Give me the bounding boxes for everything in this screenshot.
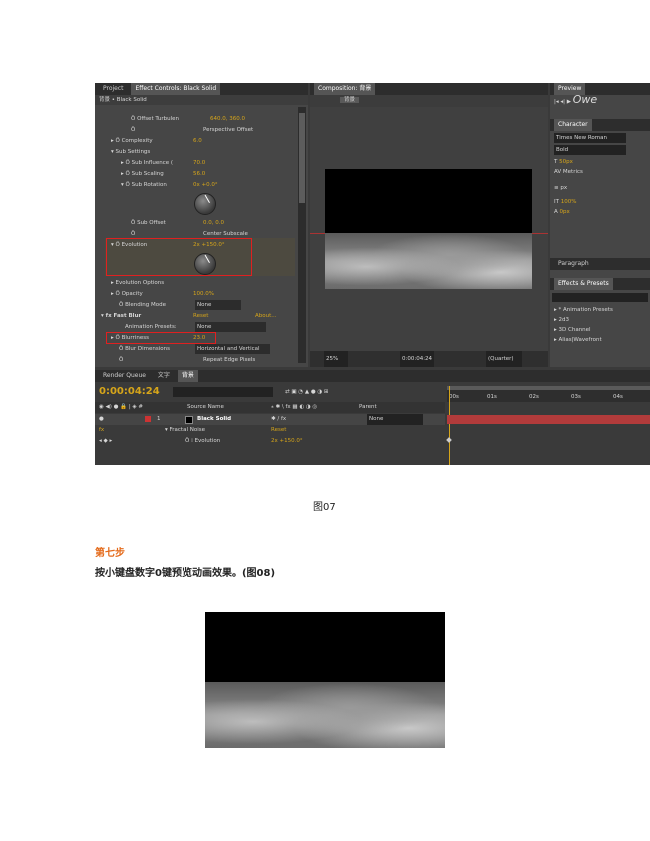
- row-opacity[interactable]: ▸ Ö Opacity 100.0%: [95, 289, 308, 299]
- blurriness-highlight-box: [106, 332, 216, 344]
- font-family-select[interactable]: Times New Roman: [554, 133, 626, 143]
- character-controls: Times New Roman Bold T 50px AV Metrics ≡…: [550, 131, 650, 219]
- figure-07-caption: 图07: [313, 502, 336, 513]
- row-sub-settings[interactable]: ▾ Sub Settings: [95, 147, 300, 157]
- current-time-indicator[interactable]: [449, 386, 450, 465]
- row-repeat-edge[interactable]: Ö Repeat Edge Pixels: [95, 355, 308, 365]
- tab-text-comp[interactable]: 文字: [154, 370, 174, 382]
- timeline-tabbar: Render Queue 文字 背景: [95, 370, 650, 382]
- timeline-panel: Render Queue 文字 背景 0:00:04:24 ⇄ ▣ ◔ ▲ ● …: [95, 370, 650, 465]
- row-sub-influence[interactable]: ▸ Ö Sub Influence (70.0: [95, 158, 300, 168]
- character-tabbar: Character: [550, 119, 650, 131]
- comp-frame-black: [325, 169, 532, 233]
- paragraph-tabbar: Paragraph: [550, 258, 650, 270]
- row-sub-rotation[interactable]: ▾ Ö Sub Rotation 0x +0.0°: [95, 180, 300, 190]
- row-blending-mode[interactable]: Ö Blending Mode None: [95, 300, 308, 310]
- preview-controls: |◂ ◂| ▶ Owe: [554, 93, 598, 106]
- figure-08-image: [205, 612, 445, 748]
- ruler-label: 00s: [449, 394, 459, 400]
- baseline-row[interactable]: A 0px: [554, 207, 646, 217]
- comp-timecode[interactable]: 0:00:04:24: [400, 351, 435, 367]
- timeline-search-input[interactable]: [173, 387, 273, 397]
- row-fast-blur[interactable]: ▾ fx Fast Blur Reset About...: [95, 311, 308, 321]
- font-size-row[interactable]: T 50px: [554, 157, 646, 167]
- timeline-fractal-row[interactable]: fx ▾ Fractal Noise Reset: [95, 425, 445, 436]
- effect-controls-subtitle: 背景 • Black Solid: [95, 95, 308, 105]
- keyframe-marker[interactable]: [446, 437, 452, 443]
- row-blur-dimensions[interactable]: Ö Blur Dimensions Horizontal and Vertical: [95, 344, 308, 354]
- work-area-bar[interactable]: [447, 386, 650, 390]
- timeline-timecode[interactable]: 0:00:04:24: [99, 386, 160, 397]
- row-perspective-offset[interactable]: Ö Perspective Offset: [95, 125, 300, 135]
- font-style-select[interactable]: Bold: [554, 145, 626, 155]
- composition-tabbar: Composition: 背景: [310, 83, 548, 95]
- step-seven-title: 第七步: [95, 548, 125, 559]
- vscale-row[interactable]: IT 100%: [554, 197, 646, 207]
- resolution-select[interactable]: (Quarter): [486, 351, 522, 367]
- tab-bg-comp[interactable]: 背景: [177, 370, 198, 382]
- right-panels: Preview |◂ ◂| ▶ Owe Character Times New …: [550, 83, 650, 367]
- row-offset-turbulence[interactable]: Ö Offset Turbulen 640.0, 360.0: [95, 114, 300, 124]
- tab-effects-presets[interactable]: Effects & Presets: [554, 278, 613, 290]
- row-complexity[interactable]: ▸ Ö Complexity 6.0: [95, 136, 300, 146]
- effects-list: ▸ * Animation Presets ▸ 2d3 ▸ 3D Channel…: [554, 305, 613, 345]
- stroke-row[interactable]: ≡ px: [554, 183, 646, 193]
- composition-footer: 25% 0:00:04:24 (Quarter): [310, 351, 548, 367]
- ruler-label: 02s: [529, 394, 539, 400]
- figure-08-sky: [205, 612, 445, 682]
- tab-composition[interactable]: Composition: 背景: [314, 83, 376, 95]
- tab-character[interactable]: Character: [554, 119, 592, 131]
- row-animation-presets[interactable]: Animation Presets: None: [95, 322, 308, 332]
- comp-frame-terrain: [325, 233, 532, 289]
- layer-duration-bar[interactable]: [447, 415, 650, 424]
- layer-solid-icon: [185, 416, 193, 424]
- effects-item[interactable]: ▸ * Animation Presets: [554, 305, 613, 315]
- tab-effect-controls[interactable]: Effect Controls: Black Solid: [131, 83, 221, 95]
- row-evolution-options[interactable]: ▸ Evolution Options: [95, 278, 308, 288]
- watermark-logo: Owe: [572, 93, 598, 106]
- layer-label-color[interactable]: [145, 416, 151, 422]
- effect-controls-tabbar: Project Effect Controls: Black Solid: [95, 83, 308, 95]
- effect-controls-scroll-thumb[interactable]: [299, 113, 305, 203]
- figure-08-terrain: [205, 682, 445, 748]
- timeline-evolution-row[interactable]: ◂ ◆ ▸ Ö ⁞ Evolution 2x +150.0°: [95, 436, 445, 447]
- effects-tabbar: Effects & Presets: [550, 278, 650, 290]
- timeline-ruler[interactable]: 00s 01s 02s 03s 04s: [447, 386, 650, 402]
- preview-tabbar: Preview: [550, 83, 650, 95]
- comp-breadcrumb-item[interactable]: 背景: [340, 97, 360, 103]
- tab-paragraph[interactable]: Paragraph: [554, 258, 593, 270]
- tab-render-queue[interactable]: Render Queue: [99, 370, 150, 382]
- evolution-highlight-box: [106, 238, 252, 276]
- effect-controls-panel: Project Effect Controls: Black Solid 背景 …: [95, 83, 308, 367]
- zoom-select[interactable]: 25%: [324, 351, 349, 367]
- effects-search-input[interactable]: [552, 293, 648, 302]
- composition-panel: Composition: 背景 背景 25% 0:00:04:24 (Quart…: [310, 83, 548, 367]
- step-seven-text: 按小键盘数字0键预览动画效果。(图08): [95, 568, 276, 579]
- effects-item[interactable]: ▸ 3D Channel: [554, 325, 613, 335]
- ruler-label: 04s: [613, 394, 623, 400]
- effects-item[interactable]: ▸ Alias|Wavefront: [554, 335, 613, 345]
- kerning-row[interactable]: AV Metrics: [554, 167, 646, 177]
- effects-item[interactable]: ▸ 2d3: [554, 315, 613, 325]
- sub-rotation-knob[interactable]: [194, 193, 216, 215]
- after-effects-screenshot: Project Effect Controls: Black Solid 背景 …: [95, 83, 650, 465]
- row-sub-offset[interactable]: Ö Sub Offset 0.0, 0.0: [95, 218, 308, 228]
- ruler-label: 01s: [487, 394, 497, 400]
- composition-viewer: [310, 107, 548, 351]
- ruler-label: 03s: [571, 394, 581, 400]
- timeline-switch-icons[interactable]: ⇄ ▣ ◔ ▲ ● ◑ ⊞: [285, 387, 329, 397]
- tab-project[interactable]: Project: [99, 83, 128, 95]
- timeline-layer-row[interactable]: ● 1 Black Solid ✱ / fx None: [95, 414, 445, 425]
- layer-parent-select[interactable]: None: [367, 414, 424, 425]
- timeline-header: ◉ ◀) ● 🔒 | ◈ # Source Name ⁎ ✱ \ fx ▦ ◐ …: [95, 402, 445, 413]
- composition-breadcrumb: 背景: [310, 95, 548, 105]
- row-sub-scaling[interactable]: ▸ Ö Sub Scaling 56.0: [95, 169, 300, 179]
